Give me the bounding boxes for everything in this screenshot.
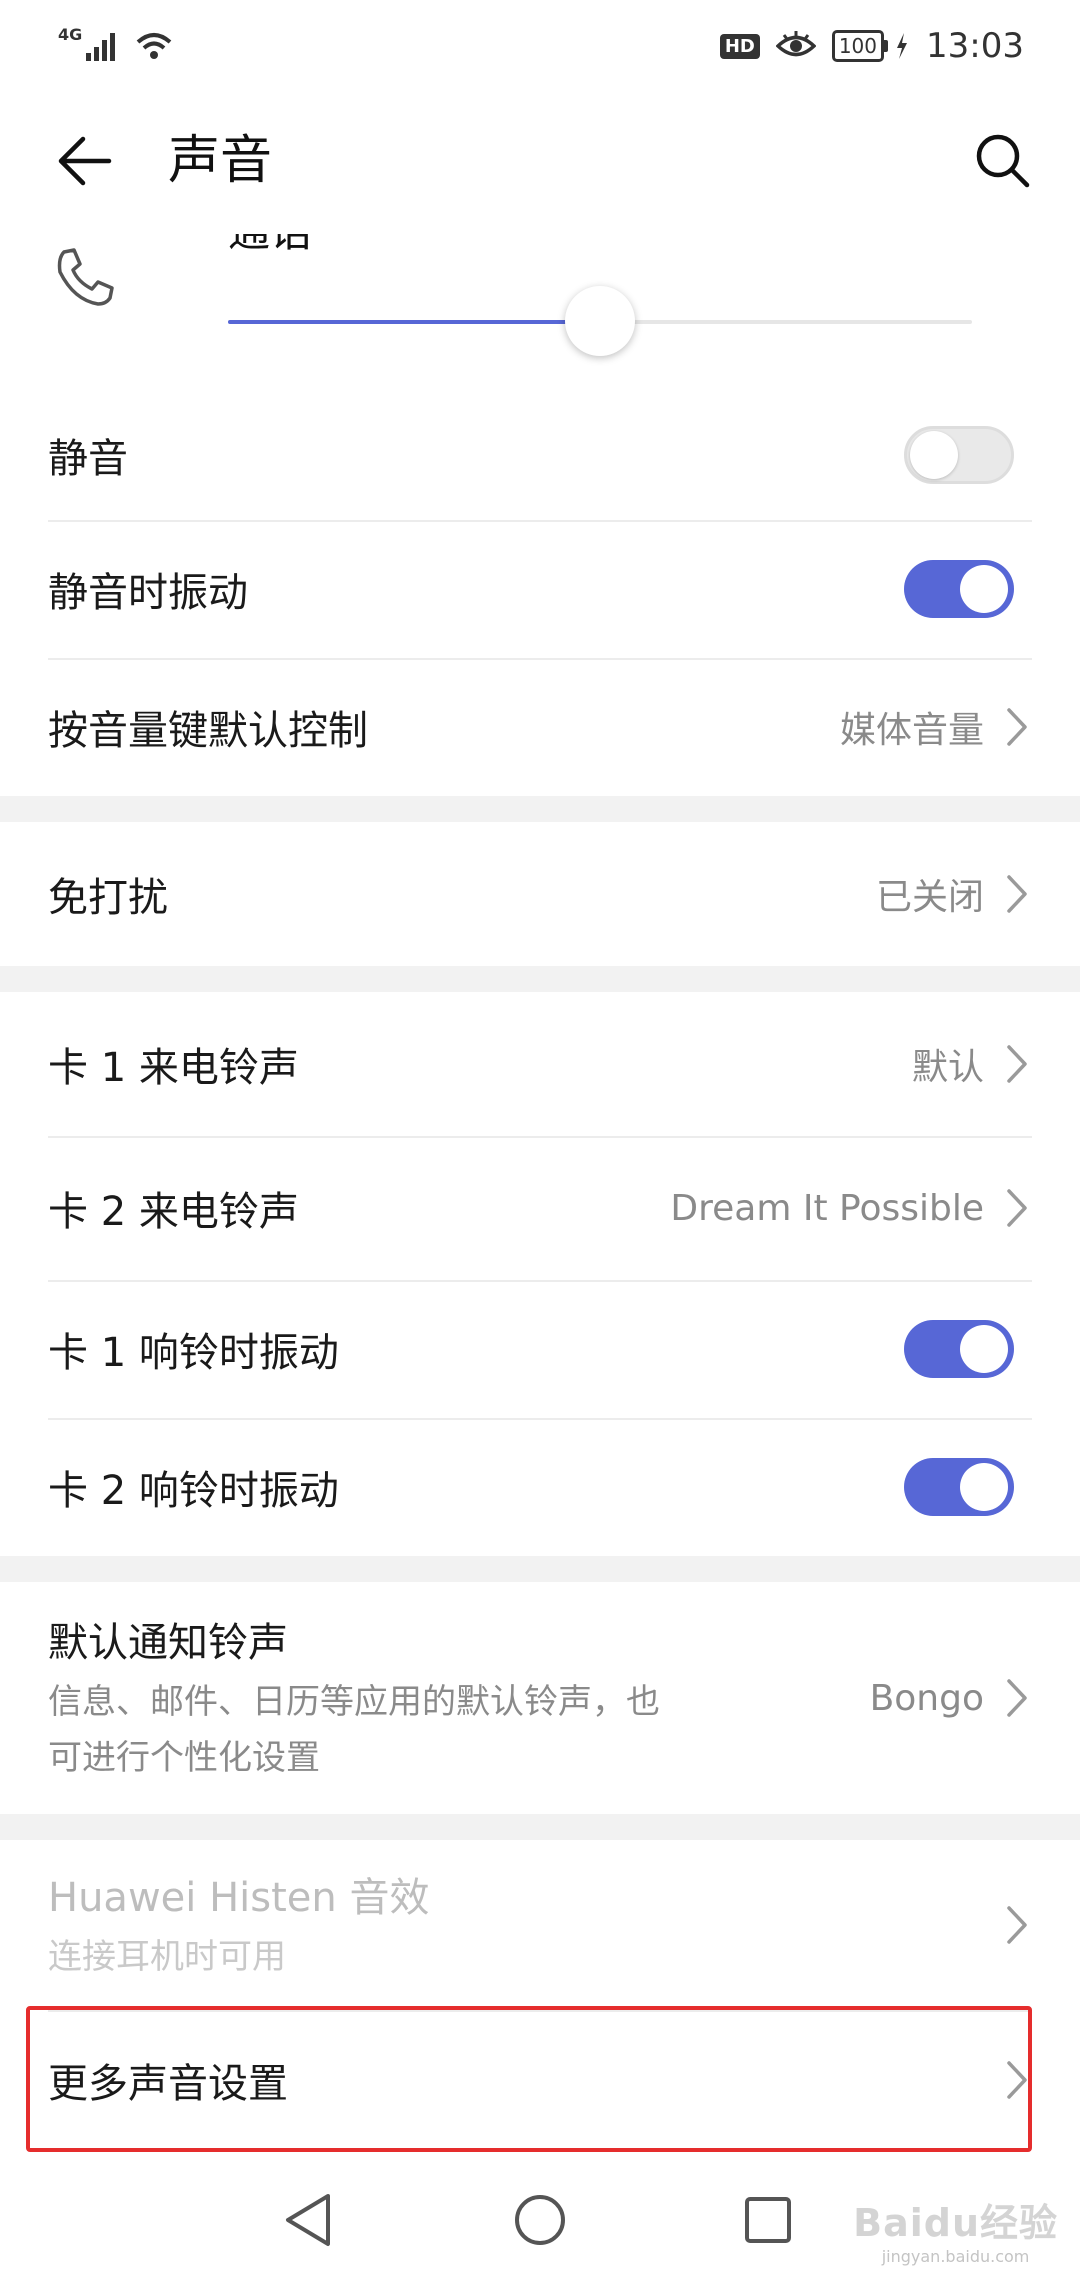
battery-level: 100 xyxy=(831,30,885,62)
search-button[interactable] xyxy=(968,126,1038,196)
sim1-ringtone-value: 默认 xyxy=(911,1047,984,1088)
sim1-ringtone-row[interactable]: 卡 1 来电铃声 默认 xyxy=(0,992,1080,1136)
vibrate-on-mute-label: 静音时振动 xyxy=(48,570,248,616)
volume-label-clip: 通话 xyxy=(228,234,312,256)
dnd-value: 已关闭 xyxy=(875,877,984,918)
notification-sub-line2: 可进行个性化设置 xyxy=(48,1738,320,1778)
nav-home-button[interactable] xyxy=(500,2180,580,2260)
section-gap xyxy=(0,1556,1080,1582)
battery-indicator: 100 xyxy=(831,30,889,62)
histen-text: Huawei Histen 音效 连接耳机时可用 xyxy=(48,1865,1002,1985)
dnd-label: 免打扰 xyxy=(48,875,168,921)
notification-sub-line1: 信息、邮件、日历等应用的默认铃声，也 xyxy=(48,1682,660,1722)
page-title: 声音 xyxy=(168,131,273,191)
watermark-sub: jingyan.baidu.com xyxy=(881,2247,1030,2266)
section-gap xyxy=(0,796,1080,822)
volume-label: 通话 xyxy=(228,234,312,256)
group-ringtones: 卡 1 来电铃声 默认 卡 2 来电铃声 Dream It Possible 卡… xyxy=(0,992,1080,1556)
sim2-vibrate-toggle[interactable] xyxy=(904,1458,1014,1516)
sim1-vibrate-toggle[interactable] xyxy=(904,1320,1014,1378)
histen-sub: 连接耳机时可用 xyxy=(48,1937,286,1977)
toggle-knob xyxy=(960,1325,1008,1373)
chevron-right-icon xyxy=(1002,1903,1032,1947)
group-dnd: 免打扰 已关闭 xyxy=(0,822,1080,966)
histen-label: Huawei Histen 音效 xyxy=(48,1875,430,1921)
more-sound-settings-row[interactable]: 更多声音设置 xyxy=(0,2010,1080,2150)
more-sound-settings-label: 更多声音设置 xyxy=(48,2061,288,2107)
battery-tip xyxy=(884,40,889,52)
notification-label: 默认通知铃声 xyxy=(48,1620,288,1666)
eye-comfort-icon xyxy=(775,31,816,57)
toggle-knob xyxy=(960,1463,1008,1511)
nav-back-button[interactable] xyxy=(268,2180,348,2260)
status-bar: 4G HD 100 13:03 xyxy=(0,0,1080,92)
sim2-vibrate-row[interactable]: 卡 2 响铃时振动 xyxy=(0,1418,1080,1556)
call-volume-slider[interactable] xyxy=(228,286,972,356)
wifi-icon xyxy=(136,33,172,59)
sound-settings-screen: 4G HD 100 13:03 声音 静音 静音时振动 按音量键默认控制 媒体音… xyxy=(0,0,1080,2280)
charging-icon xyxy=(897,33,908,59)
default-notification-row[interactable]: 默认通知铃声 信息、邮件、日历等应用的默认铃声，也 可进行个性化设置 Bongo xyxy=(0,1582,1080,1814)
network-type: 4G xyxy=(58,24,83,44)
sim2-ringtone-label: 卡 2 来电铃声 xyxy=(48,1189,299,1235)
mute-label: 静音 xyxy=(48,436,128,482)
search-icon xyxy=(976,134,1030,188)
square-recents-icon xyxy=(745,2197,791,2243)
section-gap xyxy=(0,966,1080,992)
circle-home-icon xyxy=(515,2195,565,2245)
vibrate-on-mute-row[interactable]: 静音时振动 xyxy=(0,520,1080,658)
status-left: 4G xyxy=(58,25,174,62)
clock: 13:03 xyxy=(926,26,1024,66)
vibrate-on-mute-toggle[interactable] xyxy=(904,560,1014,618)
group-notification: 默认通知铃声 信息、邮件、日历等应用的默认铃声，也 可进行个性化设置 Bongo xyxy=(0,1582,1080,1814)
watermark-main: Baidu经验 xyxy=(853,2201,1058,2245)
back-arrow-icon xyxy=(58,136,112,186)
app-bar: 声音 xyxy=(0,92,1080,234)
group-mute: 静音 静音时振动 按音量键默认控制 媒体音量 xyxy=(0,390,1080,796)
mute-row[interactable]: 静音 xyxy=(0,390,1080,520)
notification-value: Bongo xyxy=(869,1677,984,1719)
toggle-knob xyxy=(910,431,958,479)
sim1-vibrate-label: 卡 1 响铃时振动 xyxy=(48,1330,339,1376)
call-volume-row: 通话 xyxy=(0,234,1080,390)
section-gap xyxy=(0,1814,1080,1840)
volume-key-row[interactable]: 按音量键默认控制 媒体音量 xyxy=(0,658,1080,796)
status-right: HD 100 13:03 xyxy=(719,26,1024,66)
toggle-knob xyxy=(960,565,1008,613)
dnd-row[interactable]: 免打扰 已关闭 xyxy=(0,822,1080,966)
sim2-ringtone-row[interactable]: 卡 2 来电铃声 Dream It Possible xyxy=(0,1136,1080,1280)
notification-text: 默认通知铃声 信息、邮件、日历等应用的默认铃声，也 可进行个性化设置 xyxy=(48,1610,870,1786)
phone-icon xyxy=(48,242,120,318)
sim1-vibrate-row[interactable]: 卡 1 响铃时振动 xyxy=(0,1280,1080,1418)
volume-key-value: 媒体音量 xyxy=(839,710,984,751)
navigation-bar: Baidu经验 jingyan.baidu.com xyxy=(0,2160,1080,2280)
sim2-ringtone-value: Dream It Possible xyxy=(670,1187,984,1229)
chevron-right-icon xyxy=(1002,705,1032,749)
chevron-right-icon xyxy=(1002,1042,1032,1086)
chevron-right-icon xyxy=(1002,2058,1032,2102)
histen-row: Huawei Histen 音效 连接耳机时可用 xyxy=(0,1840,1080,2010)
watermark: Baidu经验 jingyan.baidu.com xyxy=(853,2192,1058,2266)
group-more: Huawei Histen 音效 连接耳机时可用 更多声音设置 xyxy=(0,1840,1080,2150)
sim2-vibrate-label: 卡 2 响铃时振动 xyxy=(48,1468,339,1514)
volume-key-label: 按音量键默认控制 xyxy=(48,708,368,754)
hd-badge: HD xyxy=(719,33,760,59)
chevron-right-icon xyxy=(1002,872,1032,916)
signal-icon xyxy=(86,33,116,61)
mute-toggle[interactable] xyxy=(904,426,1014,484)
sim1-ringtone-label: 卡 1 来电铃声 xyxy=(48,1045,299,1091)
chevron-right-icon xyxy=(1002,1186,1032,1230)
triangle-back-icon xyxy=(286,2194,330,2246)
back-button[interactable] xyxy=(50,126,120,196)
nav-recents-button[interactable] xyxy=(728,2180,808,2260)
slider-fill xyxy=(228,320,600,324)
slider-thumb[interactable] xyxy=(565,286,635,356)
chevron-right-icon xyxy=(1002,1676,1032,1720)
